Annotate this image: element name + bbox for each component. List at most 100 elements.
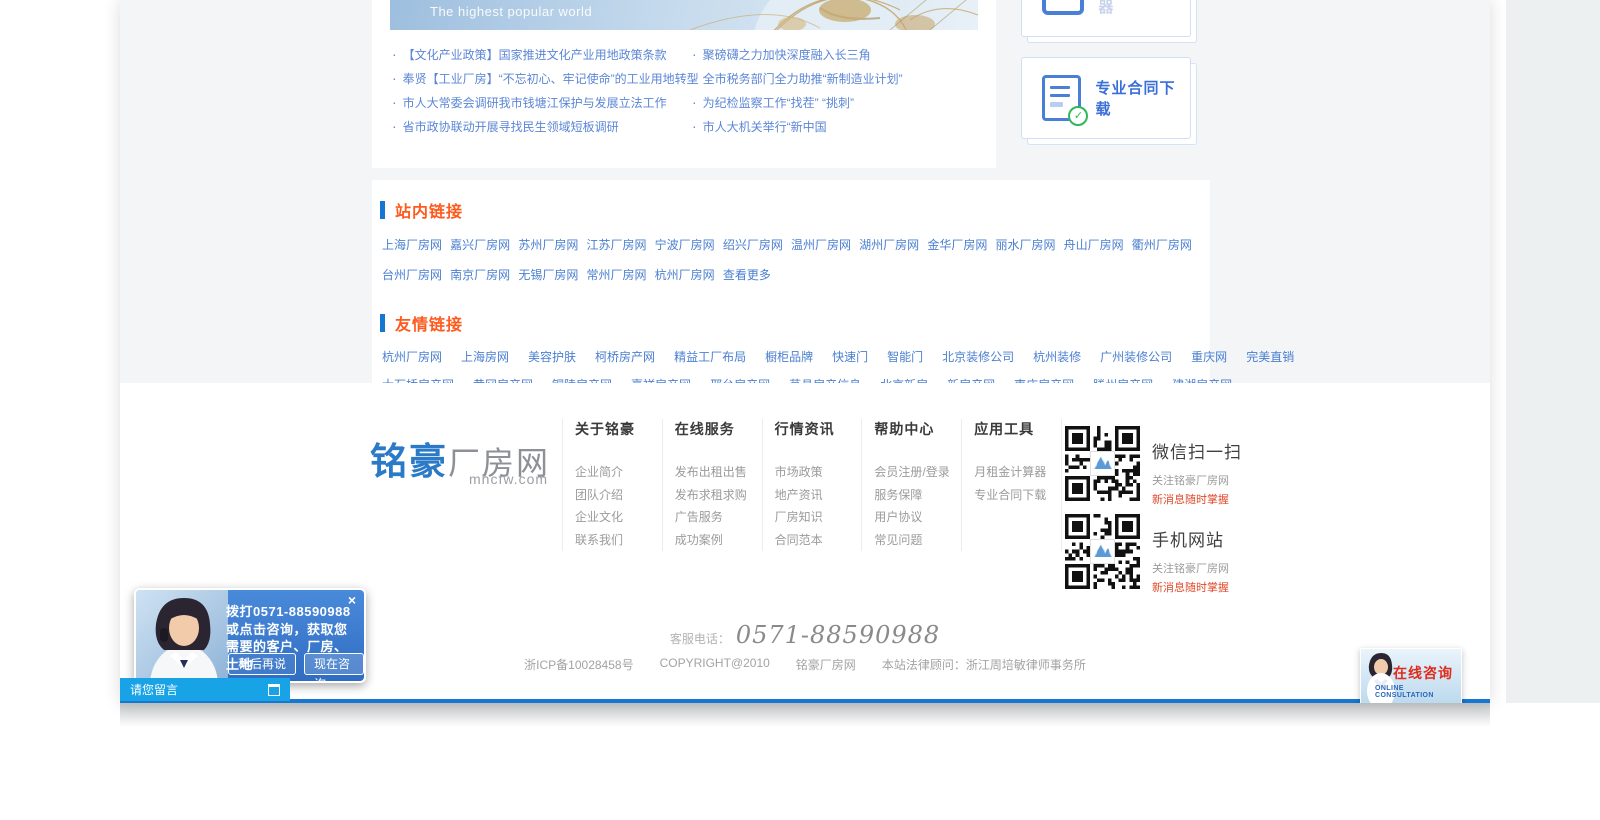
friend-links-row-1: 杭州厂房网 上海房网 美容护肤 柯桥房产网 精益工厂布局 橱柜品牌 快速门 智能门 北京装修公司… [382,348,1200,365]
site-link[interactable]: 宁波厂房网 [655,236,723,253]
site-link[interactable]: 台州厂房网 [382,266,450,283]
news-link[interactable]: ·省市政协联动开展寻找民生领域短板调研 [392,114,682,138]
news-link[interactable]: ·【文化产业政策】国家推进文化产业用地政策条款 [392,42,682,66]
footer-link[interactable]: 广告服务 [675,506,762,529]
news-panel: The highest popular world ·【文化产业政策】国家推进文… [372,0,996,168]
friend-link[interactable]: 美容护肤 [528,348,576,365]
calculator-icon [1042,0,1084,15]
tool-card-label: 专业合同下载 [1095,77,1190,119]
news-list-left: ·【文化产业政策】国家推进文化产业用地政策条款 ·奉贤【工业厂房】“不忘初心、牢… [392,42,682,138]
footer-col-services: 在线服务 发布出租出售发布求租求购广告服务成功案例 [662,419,762,551]
qr-title: 手机网站 [1152,526,1229,551]
page-body: The highest popular world ·【文化产业政策】国家推进文… [120,0,1490,703]
friend-link[interactable]: 杭州厂房网 [382,348,442,365]
page-shadow [120,703,1490,727]
footer-link[interactable]: 专业合同下载 [974,484,1061,507]
site-link[interactable]: 杭州厂房网 [655,266,723,283]
later-button[interactable]: 稍后再说 [228,653,296,675]
section-bar-icon [380,201,385,219]
site-link[interactable]: 丽水厂房网 [995,236,1063,253]
footer-col-links: 发布出租出售发布求租求购广告服务成功案例 [675,461,762,551]
site-link[interactable]: 江苏厂房网 [586,236,654,253]
footer-link[interactable]: 月租金计算器 [974,461,1061,484]
footer-col-help: 帮助中心 会员注册/登录服务保障用户协议常见问题 [861,419,961,551]
links-panel: 站内链接 上海厂房网嘉兴厂房网苏州厂房网江苏厂房网宁波厂房网绍兴厂房网温州厂房网… [372,180,1210,383]
qr-highlight: 新消息随时掌握 [1152,579,1229,595]
friend-link[interactable]: 橱柜品牌 [765,348,813,365]
friend-links-header: 友情链接 [380,313,1210,333]
tool-card-rent-calculator[interactable]: 月租金计算器 [1021,0,1191,37]
tool-card-contract-download[interactable]: ✓ 专业合同下载 [1021,57,1191,139]
footer-link[interactable]: 地产资讯 [775,484,862,507]
news-link[interactable]: ·聚磅礴之力加快深度融入长三角 [692,42,982,66]
icp-number[interactable]: 浙ICP备10028458号 [524,656,633,673]
footer-link[interactable]: 合同范本 [775,529,862,552]
window-restore-icon[interactable] [268,684,280,696]
friend-link[interactable]: 柯桥房产网 [595,348,655,365]
site-link[interactable]: 上海厂房网 [382,236,450,253]
friend-link[interactable]: 北京装修公司 [942,348,1014,365]
service-agent-photo [136,590,228,681]
friend-link[interactable]: 广州装修公司 [1100,348,1172,365]
site-link[interactable]: 嘉兴厂房网 [450,236,518,253]
banner-image[interactable]: The highest popular world [390,0,978,30]
site-link[interactable]: 常州厂房网 [586,266,654,283]
logo-main-text: 铭豪 [370,441,448,482]
footer-logo[interactable]: 铭豪厂房网 mhcfw.com [370,431,550,485]
footer-col-market: 行情资讯 市场政策地产资讯厂房知识合同范本 [762,419,862,551]
friend-link[interactable]: 精益工厂布局 [674,348,746,365]
friend-link[interactable]: 完美直销 [1246,348,1294,365]
friend-link[interactable]: 智能门 [887,348,923,365]
news-link[interactable]: ·为纪检监察工作“找茬” “挑刺” [692,90,982,114]
qr-subtitle: 关注铭豪厂房网 [1152,472,1242,488]
site-link[interactable]: 舟山厂房网 [1064,236,1132,253]
footer-link[interactable]: 厂房知识 [775,506,862,529]
consult-now-button[interactable]: 现在咨询 [304,653,364,675]
friend-link[interactable]: 快速门 [832,348,868,365]
site-link[interactable]: 衢州厂房网 [1132,236,1200,253]
site-link[interactable]: 无锡厂房网 [518,266,586,283]
bullet-icon: · [392,47,397,61]
friend-link[interactable]: 上海房网 [461,348,509,365]
site-links-header: 站内链接 [380,200,1210,220]
footer-link[interactable]: 用户协议 [874,506,961,529]
footer-link[interactable]: 市场政策 [775,461,862,484]
consult-subtitle: ONLINE CONSULTATION [1375,685,1461,699]
site-link[interactable]: 湖州厂房网 [859,236,927,253]
qr-subtitle: 关注铭豪厂房网 [1152,560,1229,576]
footer-link[interactable]: 发布出租出售 [675,461,762,484]
footer-col-title: 帮助中心 [874,419,961,439]
footer-link[interactable]: 企业简介 [575,461,662,484]
footer-link[interactable]: 常见问题 [874,529,961,552]
footer-link[interactable]: 会员注册/登录 [874,461,961,484]
leave-message-bar[interactable]: 请您留言 [120,678,290,701]
site-link[interactable]: 苏州厂房网 [518,236,586,253]
bullet-icon: · [392,71,397,85]
bullet-icon: · [392,95,397,109]
footer-col-links: 企业简介团队介绍企业文化联系我们 [575,461,662,551]
outer-background-strip [1506,0,1600,703]
site-link[interactable]: 绍兴厂房网 [723,236,791,253]
friend-link[interactable]: 杭州装修 [1033,348,1081,365]
footer-link[interactable]: 团队介绍 [575,484,662,507]
site-link[interactable]: 南京厂房网 [450,266,518,283]
news-link[interactable]: ·市人大常委会调研我市钱塘江保护与发展立法工作 [392,90,682,114]
news-link[interactable]: ·全市税务部门全力助推“新制造业计划” [692,66,982,90]
legal-text: 本站法律顾问：浙江周培敏律师事务所 [882,656,1086,673]
footer-col-title: 应用工具 [974,419,1061,439]
footer-col-tools: 应用工具 月租金计算器专业合同下载 [961,419,1062,551]
footer-link[interactable]: 服务保障 [874,484,961,507]
site-link[interactable]: 查看更多 [723,266,791,283]
footer-link[interactable]: 企业文化 [575,506,662,529]
online-consult-widget[interactable]: 在线咨询 ONLINE CONSULTATION [1360,648,1462,703]
news-link[interactable]: ·奉贤【工业厂房】“不忘初心、牢记使命”的工业用地转型 [392,66,682,90]
site-link[interactable]: 金华厂房网 [927,236,995,253]
site-link[interactable]: 温州厂房网 [791,236,859,253]
footer-nav-columns: 关于铭豪 企业简介团队介绍企业文化联系我们 在线服务 发布出租出售发布求租求购广… [562,419,1062,551]
friend-link[interactable]: 重庆网 [1191,348,1227,365]
footer-link[interactable]: 成功案例 [675,529,762,552]
logo-domain-text: mhcfw.com [469,471,548,487]
footer-link[interactable]: 联系我们 [575,529,662,552]
news-link[interactable]: ·市人大机关举行“新中国 [692,114,982,138]
footer-link[interactable]: 发布求租求购 [675,484,762,507]
